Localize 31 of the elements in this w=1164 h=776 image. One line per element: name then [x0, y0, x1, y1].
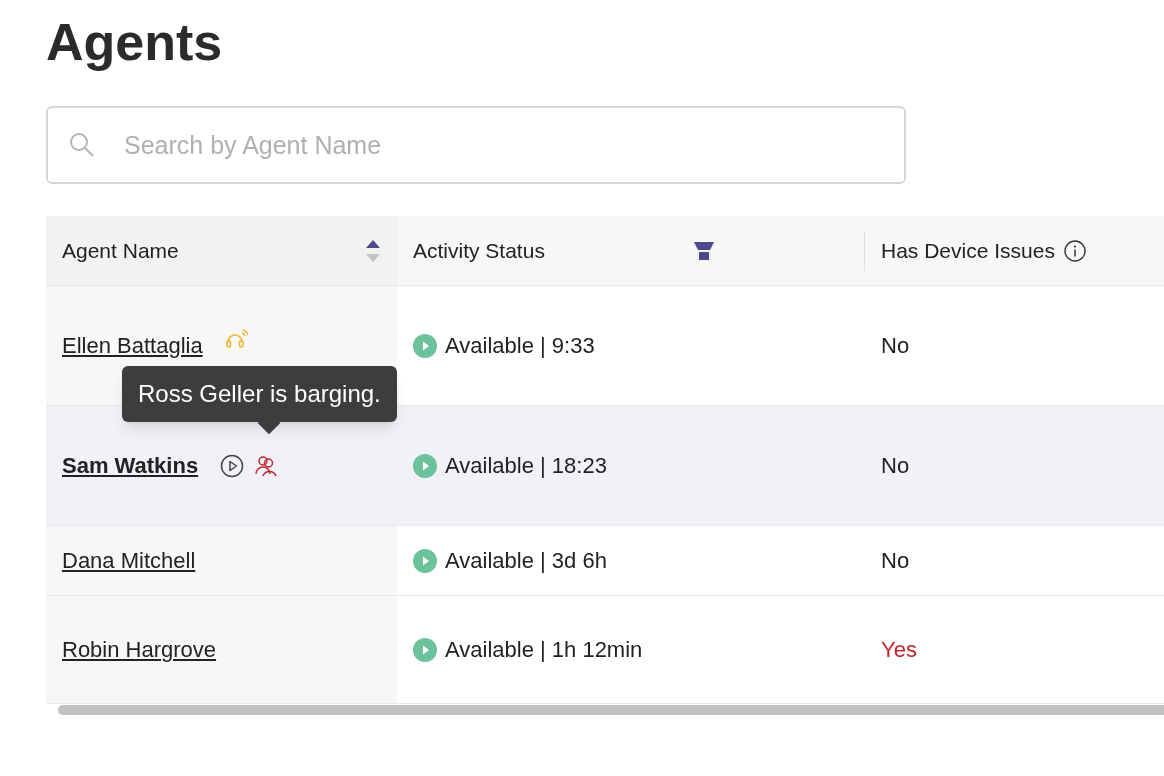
activity-status: Available | 18:23 — [445, 452, 607, 480]
play-status-icon — [413, 548, 437, 573]
device-issue-value: No — [881, 332, 910, 360]
activity-status: Available | 3d 6h — [445, 547, 607, 575]
headset-icon — [224, 328, 249, 351]
play-status-icon — [413, 333, 437, 358]
play-status-icon — [413, 453, 437, 478]
play-circle-icon[interactable] — [220, 453, 245, 478]
agent-name-link[interactable]: Ellen Battaglia — [62, 329, 203, 362]
table-row[interactable]: Robin Hargrove Available | 1h 12min Yes — [46, 596, 1164, 704]
table-row[interactable]: Sam Watkins Available | 18:23 No — [46, 406, 1164, 526]
search-field[interactable]: Search by Agent Name — [46, 106, 906, 184]
table-row[interactable]: Dana Mitchell Available | 3d 6h No — [46, 526, 1164, 596]
activity-status: Available | 1h 12min — [445, 636, 643, 664]
device-issue-value: No — [881, 452, 910, 480]
activity-status: Available | 9:33 — [445, 332, 595, 360]
filter-icon[interactable] — [693, 239, 716, 262]
users-icon[interactable] — [254, 454, 279, 477]
page-title: Agents — [46, 12, 223, 73]
search-icon — [68, 131, 96, 159]
tooltip: Ross Geller is barging. — [122, 366, 397, 422]
device-issue-value: Yes — [881, 636, 917, 664]
column-header: Has Device Issues — [881, 237, 1055, 264]
agent-name-link[interactable]: Sam Watkins — [62, 449, 199, 482]
agent-name-link[interactable]: Robin Hargrove — [62, 633, 217, 666]
column-header: Activity Status — [413, 237, 545, 264]
column-header: Agent Name — [62, 237, 179, 264]
info-icon[interactable] — [1062, 238, 1087, 263]
play-status-icon — [413, 637, 437, 662]
agent-name-link[interactable]: Dana Mitchell — [62, 544, 196, 577]
device-issue-value: No — [881, 547, 910, 575]
